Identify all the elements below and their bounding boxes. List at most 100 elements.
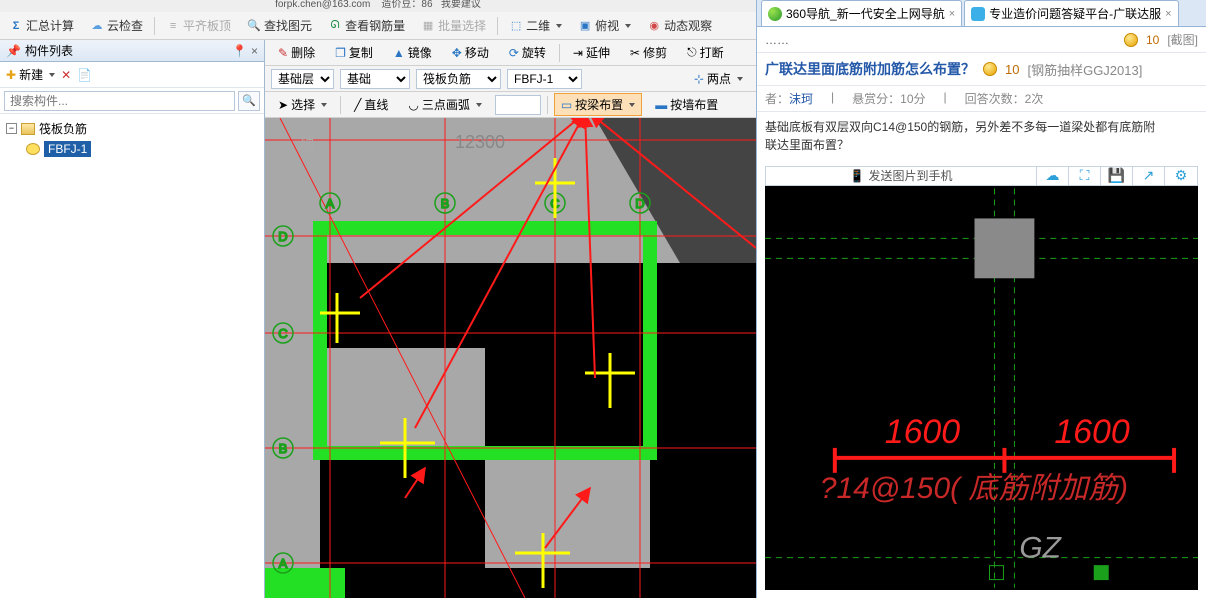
share-icon: ↗: [1143, 167, 1155, 184]
svg-text:D: D: [635, 196, 644, 211]
disk-icon: 💾: [1108, 167, 1125, 184]
view-rebar-button[interactable]: ᘏ查看钢筋量: [323, 14, 410, 37]
question-title[interactable]: 广联达里面底筋附加筋怎么布置？: [765, 59, 975, 79]
svg-text:B: B: [441, 196, 450, 211]
move-icon: ✥: [452, 46, 462, 60]
rotate-label: 旋转: [522, 44, 546, 61]
copy-component-button[interactable]: 📄: [77, 68, 92, 82]
pin-icon[interactable]: 📌: [6, 44, 21, 58]
tree-node-child[interactable]: FBFJ-1: [24, 139, 260, 159]
batch-select-button[interactable]: ▦批量选择: [416, 14, 491, 37]
delete-button[interactable]: ✎删除: [271, 41, 322, 64]
copy-button[interactable]: ❐复制: [328, 41, 380, 64]
collapse-icon[interactable]: −: [6, 123, 17, 134]
level-slab-button[interactable]: ≡平齐板顶: [161, 14, 236, 37]
dropdown-icon: [476, 103, 482, 107]
twopoint-button[interactable]: ⊹两点: [687, 67, 750, 90]
suggest-link[interactable]: 我要建议: [441, 0, 481, 10]
author-link[interactable]: 沫珂: [789, 92, 813, 106]
question-body: 基础底板有双层双向C14@150的钢筋，另外差不多每一道梁处都有底筋附 联达里面…: [757, 112, 1206, 160]
title-bar-info: forpk.chen@163.com 造价豆：86 我要建议: [0, 0, 756, 12]
move-button[interactable]: ✥移动: [445, 41, 496, 64]
component-icon: [26, 143, 40, 155]
arc-tool-button[interactable]: ◡三点画弧: [401, 93, 489, 116]
view-rebar-label: 查看钢筋量: [345, 17, 405, 34]
arc-label: 三点画弧: [422, 96, 470, 113]
break-button[interactable]: ⎋打断: [680, 41, 731, 64]
fullscreen-button[interactable]: ⛶: [1069, 167, 1101, 185]
save-button[interactable]: 💾: [1101, 167, 1133, 185]
qa-answer-count: 回答次数：2次: [965, 90, 1044, 107]
tree-node-parent[interactable]: − 筏板负筋: [4, 118, 260, 139]
qa-breadcrumb-text: ……: [765, 33, 789, 47]
tab-close-icon[interactable]: ×: [949, 8, 955, 20]
find-element-button[interactable]: 🔍查找图元: [242, 14, 317, 37]
phone-icon: 📱: [850, 169, 865, 183]
tab-favicon-360: [768, 7, 782, 21]
trim-button[interactable]: ✂修剪: [623, 41, 674, 64]
mirror-button[interactable]: ▲镜像: [386, 41, 439, 64]
cloud-check-label: 云检查: [107, 17, 143, 34]
component-type-select[interactable]: 筏板负筋: [416, 69, 501, 89]
mirror-label: 镜像: [408, 44, 432, 61]
category-select[interactable]: 基础: [340, 69, 410, 89]
browser-tab-2[interactable]: 专业造价问题答疑平台-广联达服 ×: [964, 0, 1178, 26]
search-button[interactable]: 🔍: [238, 91, 260, 111]
panel-title-text: 构件列表: [25, 42, 73, 59]
wall-icon: ▬: [655, 98, 667, 112]
by-beam-button[interactable]: ▭按梁布置: [554, 93, 642, 116]
by-wall-label: 按墙布置: [670, 96, 718, 113]
sigma-icon: Σ: [9, 19, 23, 33]
tab-title: 专业造价问题答疑平台-广联达服: [989, 5, 1161, 22]
cloud-icon: ☁: [1046, 167, 1060, 184]
question-tag[interactable]: [钢筋抽样GGJ2013]: [1027, 60, 1142, 79]
panel-search-row: 🔍: [0, 88, 264, 114]
rotate-button[interactable]: ⟳旋转: [502, 41, 553, 64]
component-item-select[interactable]: FBFJ-1: [507, 69, 582, 89]
top-view-label: 俯视: [595, 17, 619, 34]
line-tool-button[interactable]: ╱直线: [347, 93, 395, 116]
user-email: forpk.chen@163.com: [275, 0, 370, 10]
extend-button[interactable]: ⇥延伸: [566, 41, 617, 64]
line-label: 直线: [364, 96, 388, 113]
layer-select[interactable]: 基础层: [271, 69, 334, 89]
by-wall-button[interactable]: ▬按墙布置: [648, 93, 725, 116]
new-component-button[interactable]: ✚新建: [6, 66, 55, 83]
panel-pin-button[interactable]: 📍: [232, 44, 247, 58]
sum-calc-button[interactable]: Σ汇总计算: [4, 14, 79, 37]
svg-text:B: B: [279, 441, 288, 456]
orbit-label: 动态观察: [664, 17, 712, 34]
browser-tab-1[interactable]: 360导航_新一代安全上网导航 ×: [761, 0, 962, 26]
orbit-button[interactable]: ◉动态观察: [642, 14, 717, 37]
topview-icon: ▣: [578, 19, 592, 33]
gz-label: GZ: [1019, 532, 1062, 565]
settings-button[interactable]: ⚙: [1165, 167, 1197, 185]
select-tool-button[interactable]: ➤选择: [271, 93, 334, 116]
cloud-save-button[interactable]: ☁: [1037, 167, 1069, 185]
panel-close-button[interactable]: ×: [251, 44, 258, 58]
search-input[interactable]: [4, 91, 235, 111]
panel-title-bar: 📌 构件列表 📍 ×: [0, 40, 264, 62]
image-toolbar: 📱 发送图片到手机 ☁ ⛶ 💾 ↗ ⚙: [765, 166, 1198, 186]
dropdown-icon: [737, 77, 743, 81]
twopoint-label: 两点: [707, 70, 731, 87]
top-view-button[interactable]: ▣俯视: [573, 14, 636, 37]
drawing-canvas[interactable]: A B C D D C B A 12300 轴: [265, 118, 756, 598]
draw-param-input[interactable]: [495, 95, 541, 115]
trim-label: 修剪: [643, 44, 667, 61]
component-tree: − 筏板负筋 FBFJ-1: [0, 114, 264, 598]
coin-icon: [983, 62, 997, 76]
cloud-check-button[interactable]: ☁云检查: [85, 14, 148, 37]
view-2d-button[interactable]: ⬚二维: [504, 14, 567, 37]
copy-icon: ❐: [335, 46, 346, 60]
batch-select-label: 批量选择: [438, 17, 486, 34]
delete-component-button[interactable]: ✕: [61, 68, 71, 82]
answer-image[interactable]: 1600 1600 ?14@150( 底筋附加筋) GZ: [765, 186, 1198, 590]
orbit-icon: ◉: [647, 19, 661, 33]
send-to-phone-button[interactable]: 📱 发送图片到手机: [766, 167, 1037, 185]
tab-close-icon[interactable]: ×: [1165, 8, 1171, 20]
find-element-label: 查找图元: [264, 17, 312, 34]
qa-title-row: 广联达里面底筋附加筋怎么布置？ 10 [钢筋抽样GGJ2013]: [757, 53, 1206, 86]
move-label: 移动: [465, 44, 489, 61]
share-button[interactable]: ↗: [1133, 167, 1165, 185]
